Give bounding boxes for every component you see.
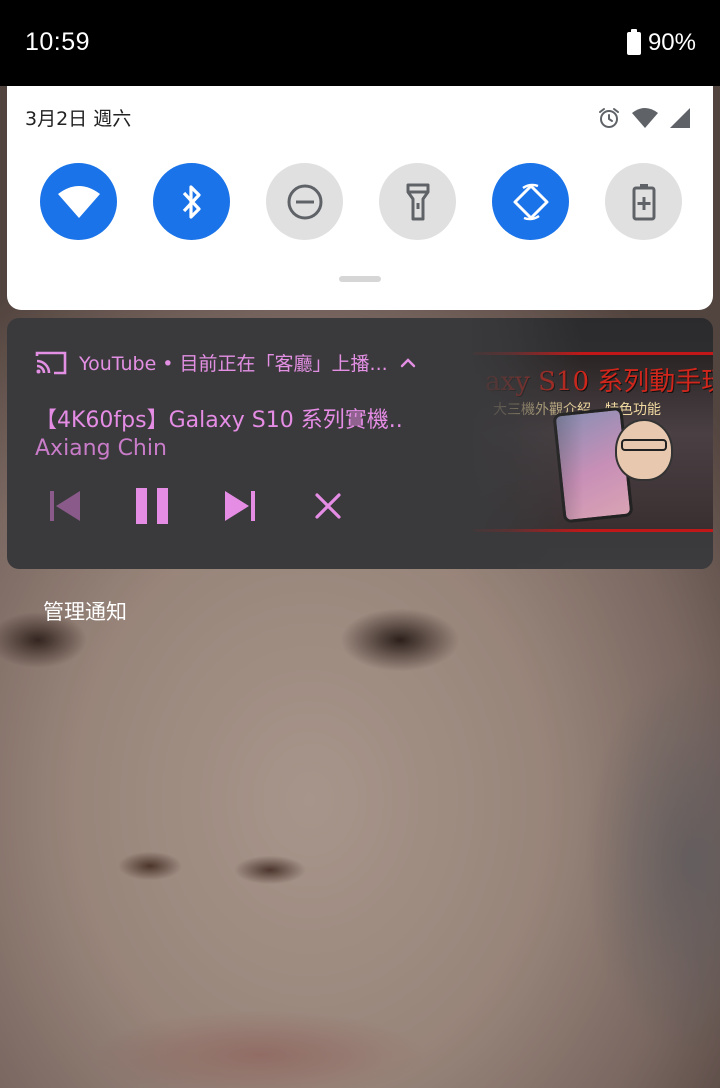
media-controls <box>43 484 350 528</box>
close-button[interactable] <box>306 484 350 528</box>
skip-previous-icon <box>50 491 80 521</box>
media-artist: Axiang Chin <box>35 436 167 461</box>
media-title: 【4K60fps】Galaxy S10 系列實機.. <box>35 408 403 433</box>
status-bar: 10:59 90% <box>0 0 720 86</box>
status-right: 90% <box>626 28 696 57</box>
pause-icon <box>136 488 168 524</box>
battery-percentage: 90% <box>647 29 696 56</box>
flashlight-tile[interactable] <box>379 163 456 240</box>
album-artwork: axy S10 系列動手玩 大三機外觀介紹，特色功能 <box>463 318 713 569</box>
alarm-icon <box>599 108 619 128</box>
battery-icon <box>626 28 641 55</box>
cartoon-glasses <box>621 439 667 451</box>
skip-next-icon <box>225 491 255 521</box>
skip-next-button[interactable] <box>218 484 262 528</box>
close-icon <box>315 493 341 519</box>
cast-icon <box>35 351 67 374</box>
bluetooth-tile[interactable] <box>153 163 230 240</box>
auto-rotate-tile[interactable] <box>492 163 569 240</box>
artwork-fade <box>463 318 583 569</box>
flashlight-icon <box>406 183 429 220</box>
wifi-icon <box>57 185 100 218</box>
do-not-disturb-tile[interactable] <box>266 163 343 240</box>
skip-previous-button[interactable] <box>43 484 87 528</box>
battery-saver-tile[interactable] <box>605 163 682 240</box>
media-notification[interactable]: axy S10 系列動手玩 大三機外觀介紹，特色功能 YouTube • 目前正… <box>7 318 713 569</box>
date-label[interactable]: 3月2日 週六 <box>25 104 131 131</box>
battery-saver-icon <box>632 183 655 220</box>
auto-rotate-icon <box>513 183 548 220</box>
quick-settings-tiles <box>40 163 682 240</box>
wifi-signal-icon <box>632 108 658 128</box>
chevron-up-icon[interactable] <box>400 357 416 369</box>
expand-handle[interactable] <box>339 276 381 282</box>
qs-status-icons <box>597 106 691 130</box>
do-not-disturb-icon <box>287 184 322 219</box>
media-header[interactable]: YouTube • 目前正在「客廳」上播... <box>35 349 416 376</box>
wifi-tile[interactable] <box>40 163 117 240</box>
status-time: 10:59 <box>25 28 91 56</box>
quick-settings-panel: 3月2日 週六 <box>7 86 713 310</box>
cell-signal-icon <box>670 108 690 128</box>
pause-button[interactable] <box>130 484 174 528</box>
manage-notifications-button[interactable]: 管理通知 <box>43 596 127 626</box>
media-source-label: YouTube • 目前正在「客廳」上播... <box>79 353 388 375</box>
bluetooth-icon <box>182 184 201 219</box>
